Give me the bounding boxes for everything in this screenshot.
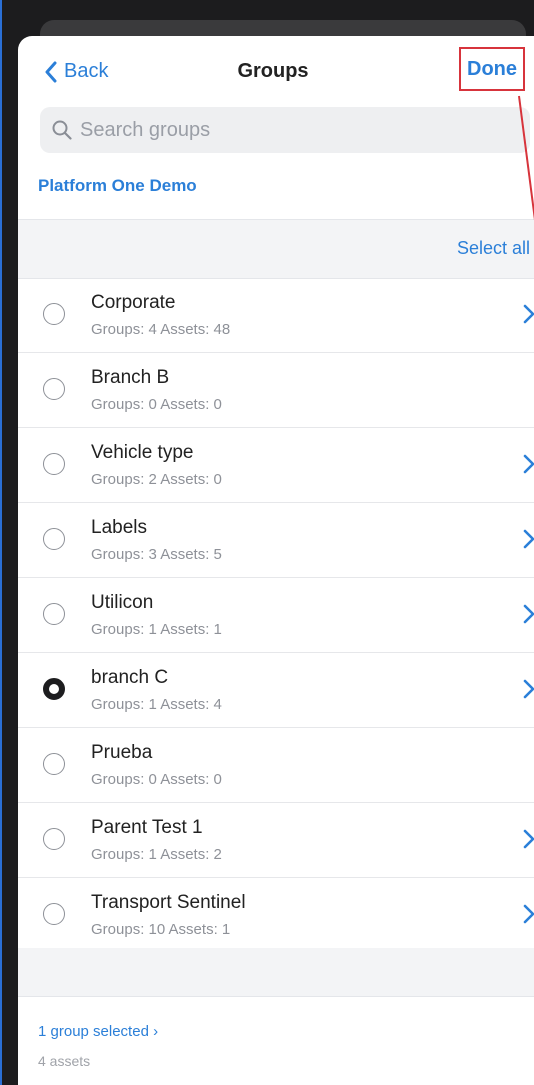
search-bar[interactable]: [40, 107, 530, 153]
radio-button[interactable]: [43, 903, 65, 925]
group-name: Transport Sentinel: [91, 892, 246, 913]
list-item[interactable]: branch C Groups: 1 Assets: 4: [18, 653, 534, 728]
group-meta: Groups: 10 Assets: 1: [91, 921, 231, 938]
group-meta: Groups: 0 Assets: 0: [91, 396, 222, 413]
group-name: Parent Test 1: [91, 817, 203, 838]
list-item[interactable]: Vehicle type Groups: 2 Assets: 0: [18, 428, 534, 503]
page-title: Groups: [237, 60, 309, 82]
group-meta: Groups: 1 Assets: 1: [91, 621, 222, 638]
group-name: Branch B: [91, 367, 170, 388]
selected-assets-count: 4 assets: [38, 1053, 91, 1069]
group-name: Prueba: [91, 742, 153, 763]
radio-button[interactable]: [43, 828, 65, 850]
group-name: branch C: [91, 667, 169, 688]
list-item[interactable]: Labels Groups: 3 Assets: 5: [18, 503, 534, 578]
radio-button[interactable]: [43, 303, 65, 325]
group-meta: Groups: 2 Assets: 0: [91, 471, 222, 488]
chevron-right-icon[interactable]: [523, 604, 534, 624]
group-meta: Groups: 4 Assets: 48: [91, 321, 231, 338]
selected-count-link[interactable]: 1 group selected ›: [38, 1023, 158, 1040]
chevron-right-icon[interactable]: [523, 679, 534, 699]
search-input[interactable]: [78, 117, 502, 143]
group-name: Vehicle type: [91, 442, 194, 463]
group-name: Utilicon: [91, 592, 154, 613]
organization-link[interactable]: Platform One Demo: [38, 176, 197, 196]
radio-button[interactable]: [43, 378, 65, 400]
radio-button-selected[interactable]: [43, 678, 65, 700]
group-name: Labels: [91, 517, 147, 538]
radio-button[interactable]: [43, 603, 65, 625]
done-button[interactable]: Done: [459, 47, 525, 91]
list-item[interactable]: Parent Test 1 Groups: 1 Assets: 2: [18, 803, 534, 878]
selection-footer: 1 group selected › 4 assets: [18, 996, 534, 1085]
app-frame: Back Groups Done Platform One Demo Selec…: [0, 0, 534, 1085]
groups-sheet: Back Groups Done Platform One Demo Selec…: [18, 36, 534, 1085]
chevron-right-icon[interactable]: [523, 829, 534, 849]
list-item[interactable]: Corporate Groups: 4 Assets: 48: [18, 278, 534, 353]
group-name: Corporate: [91, 292, 176, 313]
list-item[interactable]: Prueba Groups: 0 Assets: 0: [18, 728, 534, 803]
radio-button[interactable]: [43, 528, 65, 550]
radio-button[interactable]: [43, 453, 65, 475]
select-all-button[interactable]: Select all: [457, 238, 530, 259]
chevron-right-icon[interactable]: [523, 904, 534, 924]
group-list: Corporate Groups: 4 Assets: 48 Branch B …: [18, 278, 534, 953]
group-meta: Groups: 3 Assets: 5: [91, 546, 222, 563]
select-all-bar: Select all: [18, 219, 534, 279]
navigation-bar: Back Groups Done: [18, 36, 534, 106]
search-icon: [52, 120, 72, 140]
group-meta: Groups: 1 Assets: 4: [91, 696, 222, 713]
list-item[interactable]: Transport Sentinel Groups: 10 Assets: 1: [18, 878, 534, 953]
chevron-right-icon[interactable]: [523, 304, 534, 324]
list-item[interactable]: Branch B Groups: 0 Assets: 0: [18, 353, 534, 428]
radio-button[interactable]: [43, 753, 65, 775]
group-meta: Groups: 0 Assets: 0: [91, 771, 222, 788]
chevron-right-icon[interactable]: [523, 529, 534, 549]
group-meta: Groups: 1 Assets: 2: [91, 846, 222, 863]
chevron-right-icon[interactable]: [523, 454, 534, 474]
list-item[interactable]: Utilicon Groups: 1 Assets: 1: [18, 578, 534, 653]
